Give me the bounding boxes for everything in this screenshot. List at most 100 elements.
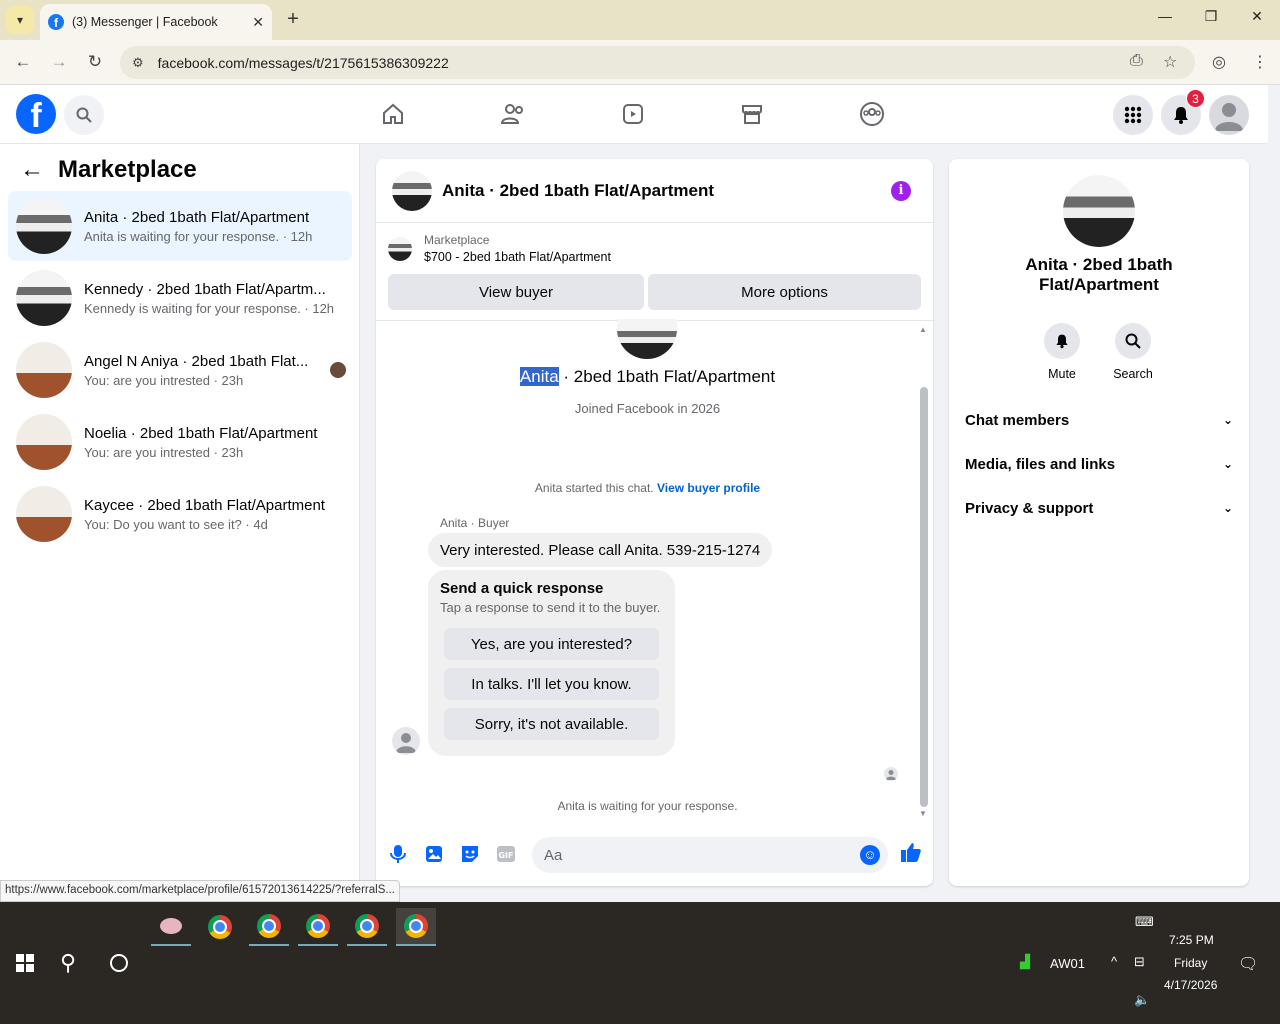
tab-title: (3) Messenger | Facebook	[72, 15, 218, 29]
home-icon[interactable]	[378, 99, 408, 129]
chat-avatar[interactable]	[392, 170, 432, 211]
chat-panel: Anita · 2bed 1bath Flat/Apartment i Mark…	[376, 159, 933, 886]
quick-response-in-talks-button[interactable]: In talks. I'll let you know.	[444, 668, 659, 700]
address-bar-row: ← → ↻ ⚙ facebook.com/messages/t/21756153…	[0, 40, 1280, 85]
view-buyer-profile-link[interactable]: View buyer profile	[657, 481, 760, 495]
scroll-up-arrow-icon[interactable]: ▲	[919, 325, 927, 334]
restore-icon[interactable]: ❐	[1188, 8, 1234, 25]
forward-arrow-icon[interactable]: →	[48, 52, 70, 72]
reload-icon[interactable]: ↻	[84, 52, 106, 72]
conversation-item-kaycee[interactable]: Kaycee · 2bed 1bath Flat/Apartment You: …	[8, 479, 352, 549]
search-conversation-button[interactable]: Search	[1103, 323, 1163, 381]
search-icon[interactable]	[64, 95, 104, 135]
volume-icon[interactable]: 🔈	[1134, 992, 1150, 1008]
network-name: AW01	[1050, 956, 1085, 971]
listing-summary[interactable]: Marketplace $700 - 2bed 1bath Flat/Apart…	[388, 233, 611, 264]
url-input[interactable]: ⚙ facebook.com/messages/t/21756153863092…	[120, 46, 1195, 79]
action-center-icon[interactable]: 🗨	[1238, 954, 1258, 974]
install-app-icon[interactable]: ⎙	[1130, 52, 1143, 70]
minimize-icon[interactable]: —	[1142, 8, 1188, 24]
browser-tab[interactable]: f (3) Messenger | Facebook ✕	[40, 4, 272, 40]
search-icon	[1115, 323, 1151, 359]
conversation-name: Noelia · 2bed 1bath Flat/Apartment	[84, 424, 318, 442]
bookmark-star-icon[interactable]: ☆	[1163, 52, 1177, 72]
clock-day[interactable]: Friday	[1174, 956, 1207, 970]
clock-date[interactable]: 4/17/2026	[1164, 978, 1217, 992]
chat-title[interactable]: Anita · 2bed 1bath Flat/Apartment	[442, 181, 891, 201]
chat-members-section[interactable]: Chat members ⌄	[965, 400, 1233, 440]
profile-icon[interactable]: ◎	[1212, 52, 1226, 72]
friends-icon[interactable]	[498, 99, 528, 129]
sticker-icon[interactable]	[459, 843, 481, 865]
media-files-links-section[interactable]: Media, files and links ⌄	[965, 444, 1233, 484]
listing-thumbnail	[16, 270, 72, 326]
touch-keyboard-icon[interactable]: ⌨	[1135, 914, 1154, 930]
chat-details-panel: Anita · 2bed 1bath Flat/Apartment Mute S…	[949, 159, 1249, 886]
taskbar-chrome-icon[interactable]	[200, 908, 240, 946]
chat-scrollbar[interactable]: ▲ ▼	[917, 321, 929, 821]
buyer-profile-avatar[interactable]	[617, 319, 677, 359]
tab-close-icon[interactable]: ✕	[252, 14, 264, 31]
windows-start-icon[interactable]	[16, 954, 34, 972]
taskbar-chrome-profile-icon[interactable]	[298, 908, 338, 946]
quick-response-subtitle: Tap a response to send it to the buyer.	[440, 600, 661, 615]
ethernet-icon[interactable]: ⊟	[1134, 954, 1145, 970]
groups-icon[interactable]	[857, 99, 887, 129]
chat-started-notice: Anita started this chat. View buyer prof…	[376, 481, 919, 495]
taskbar-chrome-profile-icon[interactable]	[347, 908, 387, 946]
message-thread: Anita · 2bed 1bath Flat/Apartment Joined…	[376, 319, 933, 821]
quick-response-not-available-button[interactable]: Sorry, it's not available.	[444, 708, 659, 740]
taskbar-chrome-profile-icon[interactable]	[396, 908, 436, 946]
waiting-notice: Anita is waiting for your response.	[557, 799, 738, 813]
tab-search-chevron-icon[interactable]: ▾	[6, 6, 34, 34]
emoji-icon[interactable]: ☺	[860, 845, 880, 865]
back-arrow-icon[interactable]: ←	[20, 156, 44, 184]
scroll-down-arrow-icon[interactable]: ▼	[919, 809, 927, 818]
menu-grid-icon[interactable]	[1113, 95, 1153, 135]
page-scrollbar[interactable]	[1268, 85, 1280, 902]
taskbar-app-paint-icon[interactable]	[151, 908, 191, 946]
quick-response-interested-button[interactable]: Yes, are you interested?	[444, 628, 659, 660]
taskbar-chrome-profile-icon[interactable]	[249, 908, 289, 946]
view-buyer-button[interactable]: View buyer	[388, 274, 644, 310]
info-icon[interactable]: i	[891, 180, 911, 201]
message-input[interactable]: Aa ☺	[532, 837, 888, 873]
task-view-icon[interactable]	[110, 954, 128, 972]
selected-name-text: Anita	[519, 367, 559, 386]
show-hidden-icons-icon[interactable]: ^	[1111, 954, 1117, 969]
conversation-item-angel[interactable]: Angel N Aniya · 2bed 1bath Flat... You: …	[8, 335, 352, 405]
more-options-button[interactable]: More options	[648, 274, 921, 310]
marketplace-icon[interactable]	[737, 99, 767, 129]
buyer-avatar[interactable]	[392, 727, 420, 755]
thumbs-up-icon[interactable]	[900, 841, 922, 863]
listing-thumbnail	[388, 236, 412, 261]
details-avatar[interactable]	[1063, 175, 1135, 247]
privacy-support-section[interactable]: Privacy & support ⌄	[965, 488, 1233, 528]
conversation-item-anita[interactable]: Anita · 2bed 1bath Flat/Apartment Anita …	[8, 191, 352, 261]
window-close-icon[interactable]: ✕	[1234, 8, 1280, 25]
search-label: Search	[1113, 367, 1153, 381]
account-avatar[interactable]	[1209, 95, 1249, 135]
browser-menu-icon[interactable]: ⋮	[1252, 52, 1268, 72]
facebook-header: f 3	[0, 85, 1268, 144]
facebook-logo-icon[interactable]: f	[16, 94, 56, 134]
new-tab-plus-icon[interactable]: +	[282, 8, 304, 30]
conversation-name: Anita · 2bed 1bath Flat/Apartment	[84, 208, 310, 226]
seen-avatar	[330, 362, 346, 378]
network-signal-icon[interactable]: ▟	[1020, 954, 1030, 970]
video-icon[interactable]	[618, 99, 648, 129]
scrollbar-thumb[interactable]	[920, 387, 928, 807]
site-info-icon[interactable]: ⚙	[132, 55, 144, 71]
taskbar-search-icon[interactable]: ⚲	[60, 950, 76, 976]
message-bubble[interactable]: Very interested. Please call Anita. 539-…	[428, 533, 773, 567]
clock-time[interactable]: 7:25 PM	[1169, 933, 1214, 947]
photo-icon[interactable]	[423, 843, 445, 865]
chevron-down-icon: ⌄	[1222, 457, 1233, 471]
microphone-icon[interactable]	[387, 843, 409, 865]
mute-button[interactable]: Mute	[1032, 323, 1092, 381]
back-arrow-icon[interactable]: ←	[12, 52, 34, 72]
gif-icon[interactable]: GIF	[495, 843, 517, 865]
conversation-item-kennedy[interactable]: Kennedy · 2bed 1bath Flat/Apartm... Kenn…	[8, 263, 352, 333]
conversation-item-noelia[interactable]: Noelia · 2bed 1bath Flat/Apartment You: …	[8, 407, 352, 477]
listing-thumbnail	[16, 486, 72, 542]
